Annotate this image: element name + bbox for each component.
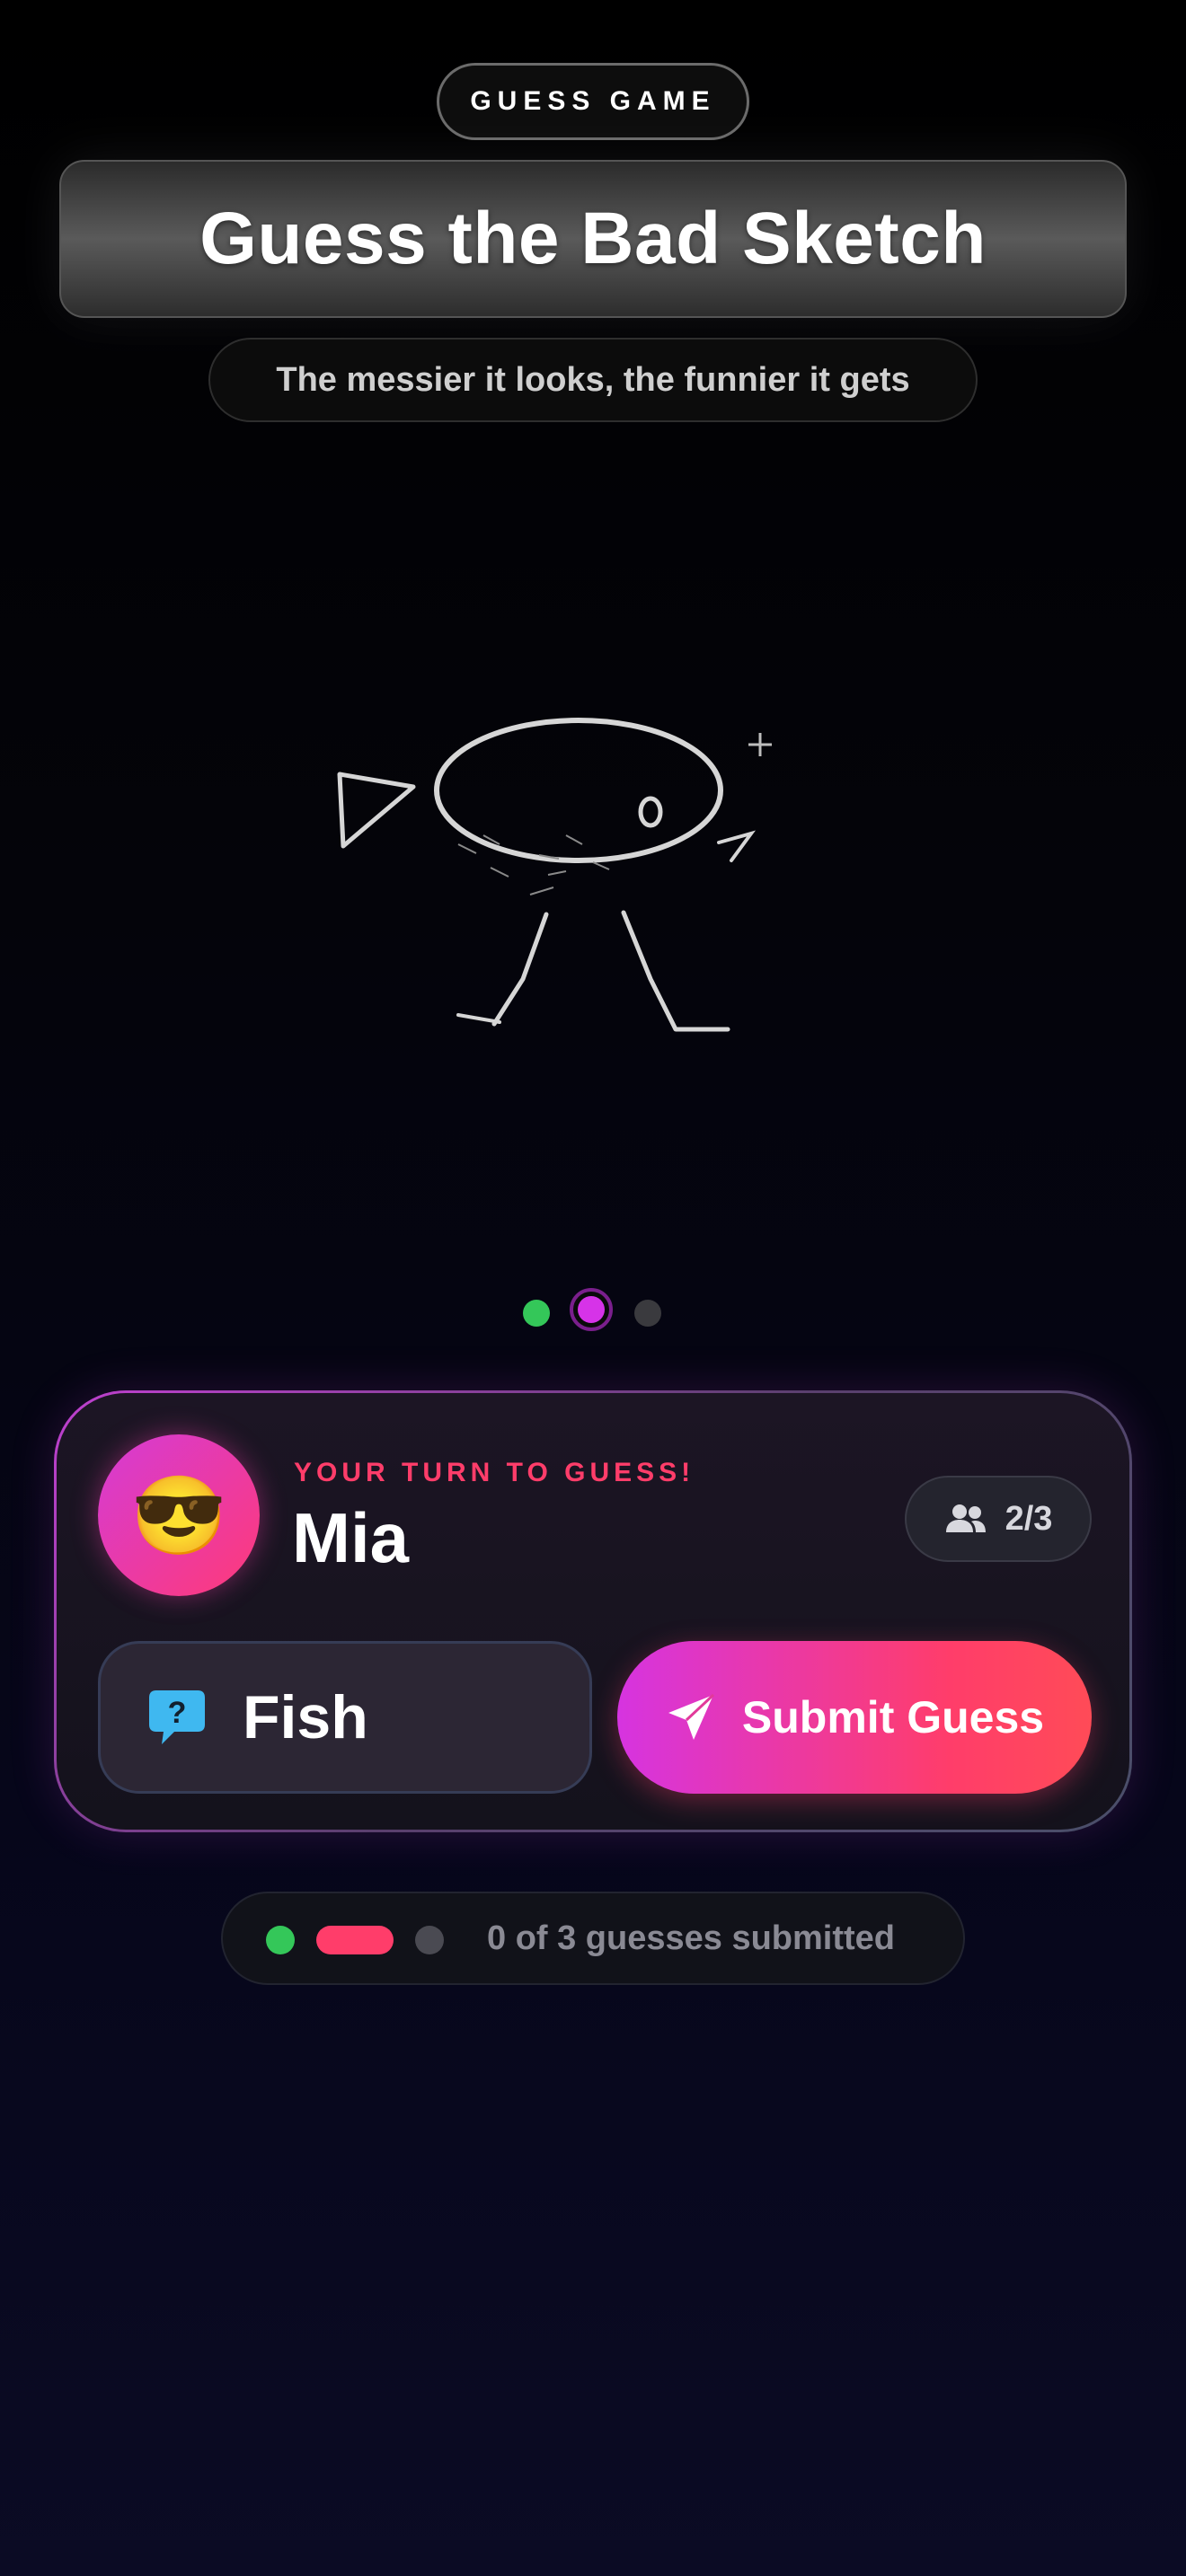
player-count-badge: 2/3 — [905, 1476, 1092, 1562]
submit-guess-label: Submit Guess — [741, 1692, 1045, 1742]
submission-status: 0 of 3 guesses submitted — [221, 1892, 965, 1985]
mode-badge: GUESS GAME — [437, 63, 749, 140]
carousel-dot-2-active[interactable] — [570, 1288, 613, 1331]
paper-plane-icon — [668, 1693, 714, 1740]
guess-game-screen: GUESS GAME Guess the Bad Sketch The mess… — [0, 0, 1186, 2576]
people-icon — [945, 1504, 986, 1532]
fish-sketch — [337, 718, 772, 1032]
status-dot-pending — [415, 1926, 444, 1954]
status-text: 0 of 3 guesses submitted — [487, 1919, 896, 1957]
carousel-dot-3[interactable] — [634, 1300, 661, 1327]
question-bubble-icon: ? — [149, 1690, 205, 1744]
player-name: Mia — [292, 1498, 410, 1577]
page-title: Guess the Bad Sketch — [199, 198, 987, 279]
svg-text:?: ? — [168, 1696, 187, 1730]
turn-prompt: YOUR TURN TO GUESS! — [294, 1458, 695, 1487]
carousel-dots — [0, 1288, 1186, 1337]
status-dot-done — [266, 1926, 295, 1954]
subtitle-pill: The messier it looks, the funnier it get… — [208, 338, 978, 422]
player-count: 2/3 — [1005, 1499, 1053, 1538]
guess-card: 😎 YOUR TURN TO GUESS! Mia 2/3 ? Fish Sub… — [54, 1390, 1132, 1832]
carousel-dot-active-inner — [578, 1296, 605, 1323]
guess-value: Fish — [243, 1683, 368, 1751]
status-bar-current — [316, 1926, 394, 1954]
submit-guess-button[interactable]: Submit Guess — [617, 1641, 1092, 1794]
carousel-dot-1[interactable] — [523, 1300, 550, 1327]
avatar: 😎 — [98, 1434, 260, 1596]
guess-input[interactable]: ? Fish — [98, 1641, 592, 1794]
title-panel: Guess the Bad Sketch — [59, 160, 1127, 318]
